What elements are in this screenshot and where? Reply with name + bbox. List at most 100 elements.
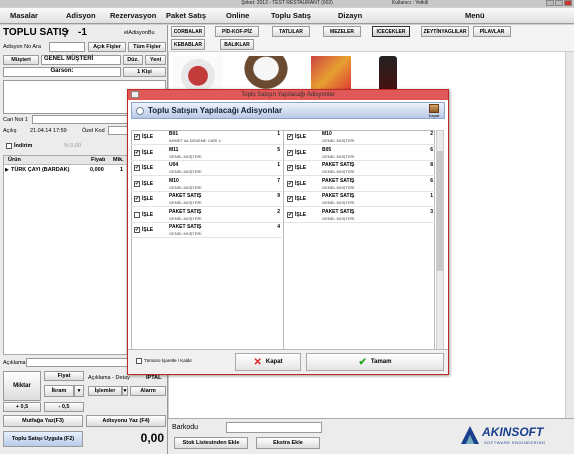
product-image-2[interactable] [241, 56, 291, 92]
product-image-4[interactable] [379, 56, 397, 92]
minus-half-button[interactable]: - 0,5 [44, 402, 84, 412]
toplu-satis-uygula-button[interactable]: Toplu Satışı Uygula (F2) [3, 431, 83, 447]
row-checkbox[interactable] [134, 211, 140, 218]
kapat-button[interactable]: ✕ Kapat [235, 353, 301, 371]
adisyonu-yaz-button[interactable]: Adisyonu Yaz (F4) [86, 415, 166, 427]
adisyon-name: PAKET SATIŞ [169, 208, 202, 215]
acilis-value: 21.04.14 17:59 [30, 128, 67, 134]
adisyon-name: PAKET SATIŞ [169, 193, 202, 199]
table-row[interactable]: ✔ İŞLE PAKET SATIŞ GENEL MÜŞTERİ 4 [131, 224, 282, 238]
table-row[interactable]: ✔ İŞLE B05 GENEL MÜŞTERİ 6 [284, 147, 435, 161]
close-icon[interactable] [564, 0, 572, 6]
row-checkbox[interactable]: ✔ [134, 180, 140, 187]
table-row[interactable]: İŞLE PAKET SATIŞ GENEL MÜŞTERİ 2 [131, 209, 282, 223]
row-checkbox[interactable]: ✔ [287, 149, 293, 156]
ikram-dropdown-icon[interactable]: ▾ [74, 385, 84, 397]
row-checkbox[interactable]: ✔ [134, 165, 140, 171]
duzenle-button[interactable]: Düz. [123, 55, 143, 65]
table-row[interactable]: ✔ İŞLE PAKET SATIŞ GENEL MÜŞTERİ 9 [131, 193, 282, 207]
row-pointer-icon: ▶ [5, 167, 9, 173]
table-row[interactable]: ✔ İŞLE PAKET SATIŞ GENEL MÜŞTERİ 1 [284, 193, 435, 207]
barkod-input[interactable] [226, 422, 322, 433]
menu-dizayn[interactable]: Dizayn [338, 11, 362, 20]
adisyon-count: 9 [277, 193, 280, 199]
table-number-field[interactable] [76, 27, 124, 39]
row-checkbox[interactable]: ✔ [134, 149, 140, 156]
category-pilavlar[interactable]: PİLAVLAR [473, 26, 511, 37]
musteri-button[interactable]: Müşteri [3, 55, 39, 65]
adisyon-name: B01 [169, 131, 179, 137]
table-row[interactable]: ✔ İŞLE M10 GENEL MÜŞTERİ 7 [131, 178, 282, 192]
scroll-thumb[interactable] [437, 151, 443, 271]
ekstra-ekle-button[interactable]: Ekstra Ekle [256, 437, 320, 449]
row-checkbox[interactable]: ✔ [287, 180, 293, 187]
product-scrollbar[interactable] [565, 52, 574, 418]
menu-toplu-satis[interactable]: Toplu Satış [271, 11, 311, 20]
garson-field[interactable]: Garson: [3, 67, 121, 77]
category-pid-kof-piz[interactable]: PİD-KOF-PİZ [215, 26, 259, 37]
row-checkbox[interactable]: ✔ [287, 211, 293, 218]
yeni-button[interactable]: Yeni [145, 55, 166, 65]
row-checkbox[interactable]: ✔ [287, 196, 293, 202]
tamam-button[interactable]: ✔ Tamam [306, 353, 444, 371]
aciklama-detay-label[interactable]: Açıklama - Detay [88, 375, 130, 381]
menu-menu[interactable]: Menü [465, 11, 485, 20]
table-row[interactable]: ✔ İŞLE PAKET SATIŞ GENEL MÜŞTERİ 3 [284, 209, 435, 223]
product-image-3[interactable] [311, 56, 351, 92]
isle-label: İŞLE [142, 180, 154, 187]
table-row[interactable]: ✔ İŞLE U04 GENEL MÜŞTERİ 1 [131, 162, 282, 176]
table-row[interactable]: ✔ İŞLE PAKET SATIŞ GENEL MÜŞTERİ 8 [284, 162, 435, 176]
select-all-checkbox[interactable] [136, 358, 142, 364]
stok-listesinden-ekle-button[interactable]: Stok Listesinden Ekle [174, 437, 248, 449]
category-zeytinyaglilar[interactable]: ZEYTİNYAGLILAR [421, 26, 469, 37]
adisyon-name: PAKET SATIŞ [322, 162, 355, 168]
product-image-1[interactable] [173, 56, 223, 92]
menu-masalar[interactable]: Masalar [10, 11, 38, 20]
customer-name-field[interactable]: GENEL MÜŞTERİ [41, 55, 121, 65]
row-checkbox[interactable]: ✔ [134, 227, 140, 233]
row-checkbox[interactable]: ✔ [134, 196, 140, 202]
menu-rezervasyon[interactable]: Rezervasyon [110, 11, 156, 20]
fiyat-button[interactable]: Fiyat [44, 371, 84, 381]
plus-half-button[interactable]: + 0,5 [3, 402, 41, 412]
menu-online[interactable]: Online [226, 11, 249, 20]
menu-adisyon[interactable]: Adisyon [66, 11, 96, 20]
tum-fisler-button[interactable]: Tüm Fişler [128, 42, 166, 52]
total-amount: 0,00 [140, 431, 164, 445]
islemler-dropdown-icon[interactable]: ▾ [122, 386, 128, 396]
maximize-icon[interactable] [555, 0, 563, 6]
islemler-button[interactable]: İşlemler [88, 386, 122, 396]
adisyon-search-input[interactable] [49, 42, 85, 52]
kapat-small-button[interactable]: Kapat [427, 104, 441, 119]
miktar-button[interactable]: Miktar [3, 371, 41, 401]
row-checkbox[interactable]: ✔ [287, 165, 293, 171]
grid-scrollbar[interactable] [436, 130, 444, 351]
kisi-button[interactable]: 1 Kişi [123, 67, 166, 77]
isle-label: İŞLE [142, 149, 154, 156]
main-menu: Masalar Adisyon Rezervasyon Paket Satış … [0, 8, 574, 24]
category-tatlilar[interactable]: TATLILAR [272, 26, 310, 37]
minimize-icon[interactable] [546, 0, 554, 6]
indirim-checkbox[interactable] [6, 143, 12, 149]
isle-label: İŞLE [295, 196, 307, 202]
table-row[interactable]: ✔ İŞLE PAKET SATIŞ GENEL MÜŞTERİ 6 [284, 178, 435, 192]
table-row[interactable]: ✔ İŞLE M10 GENEL MÜŞTERİ 2 [284, 131, 435, 145]
category-baliklar[interactable]: BALIKLAR [220, 39, 254, 50]
acik-fisler-button[interactable]: Açık Fişler [88, 42, 126, 52]
table-row[interactable]: ✔ İŞLE B01 AHMET Ak DENEME CARİ 4 1 [131, 131, 282, 145]
mutfaga-yaz-button[interactable]: Mutfağa Yaz(F3) [3, 415, 83, 427]
row-checkbox[interactable]: ✔ [134, 134, 140, 140]
category-corbalar[interactable]: CORBALAR [171, 26, 205, 37]
garson-label: Garson: [50, 68, 74, 74]
menu-paket-satis[interactable]: Paket Satış [166, 11, 206, 20]
row-checkbox[interactable]: ✔ [287, 134, 293, 140]
category-mezeler[interactable]: MEZELER [323, 26, 361, 37]
table-row[interactable]: ✔ İŞLE M11 GENEL MÜŞTERİ 5 [131, 147, 282, 161]
category-kebablar[interactable]: KEBABLAR [171, 39, 205, 50]
ikram-button[interactable]: İkram [44, 385, 74, 397]
isle-label: İŞLE [295, 165, 307, 171]
dropdown-arrow-icon[interactable]: ▾ [66, 28, 69, 35]
alarm-button[interactable]: Alarm [130, 386, 166, 396]
adisyon-count: 3 [430, 208, 433, 215]
category-icecekler[interactable]: ICECEKLER [372, 26, 410, 37]
